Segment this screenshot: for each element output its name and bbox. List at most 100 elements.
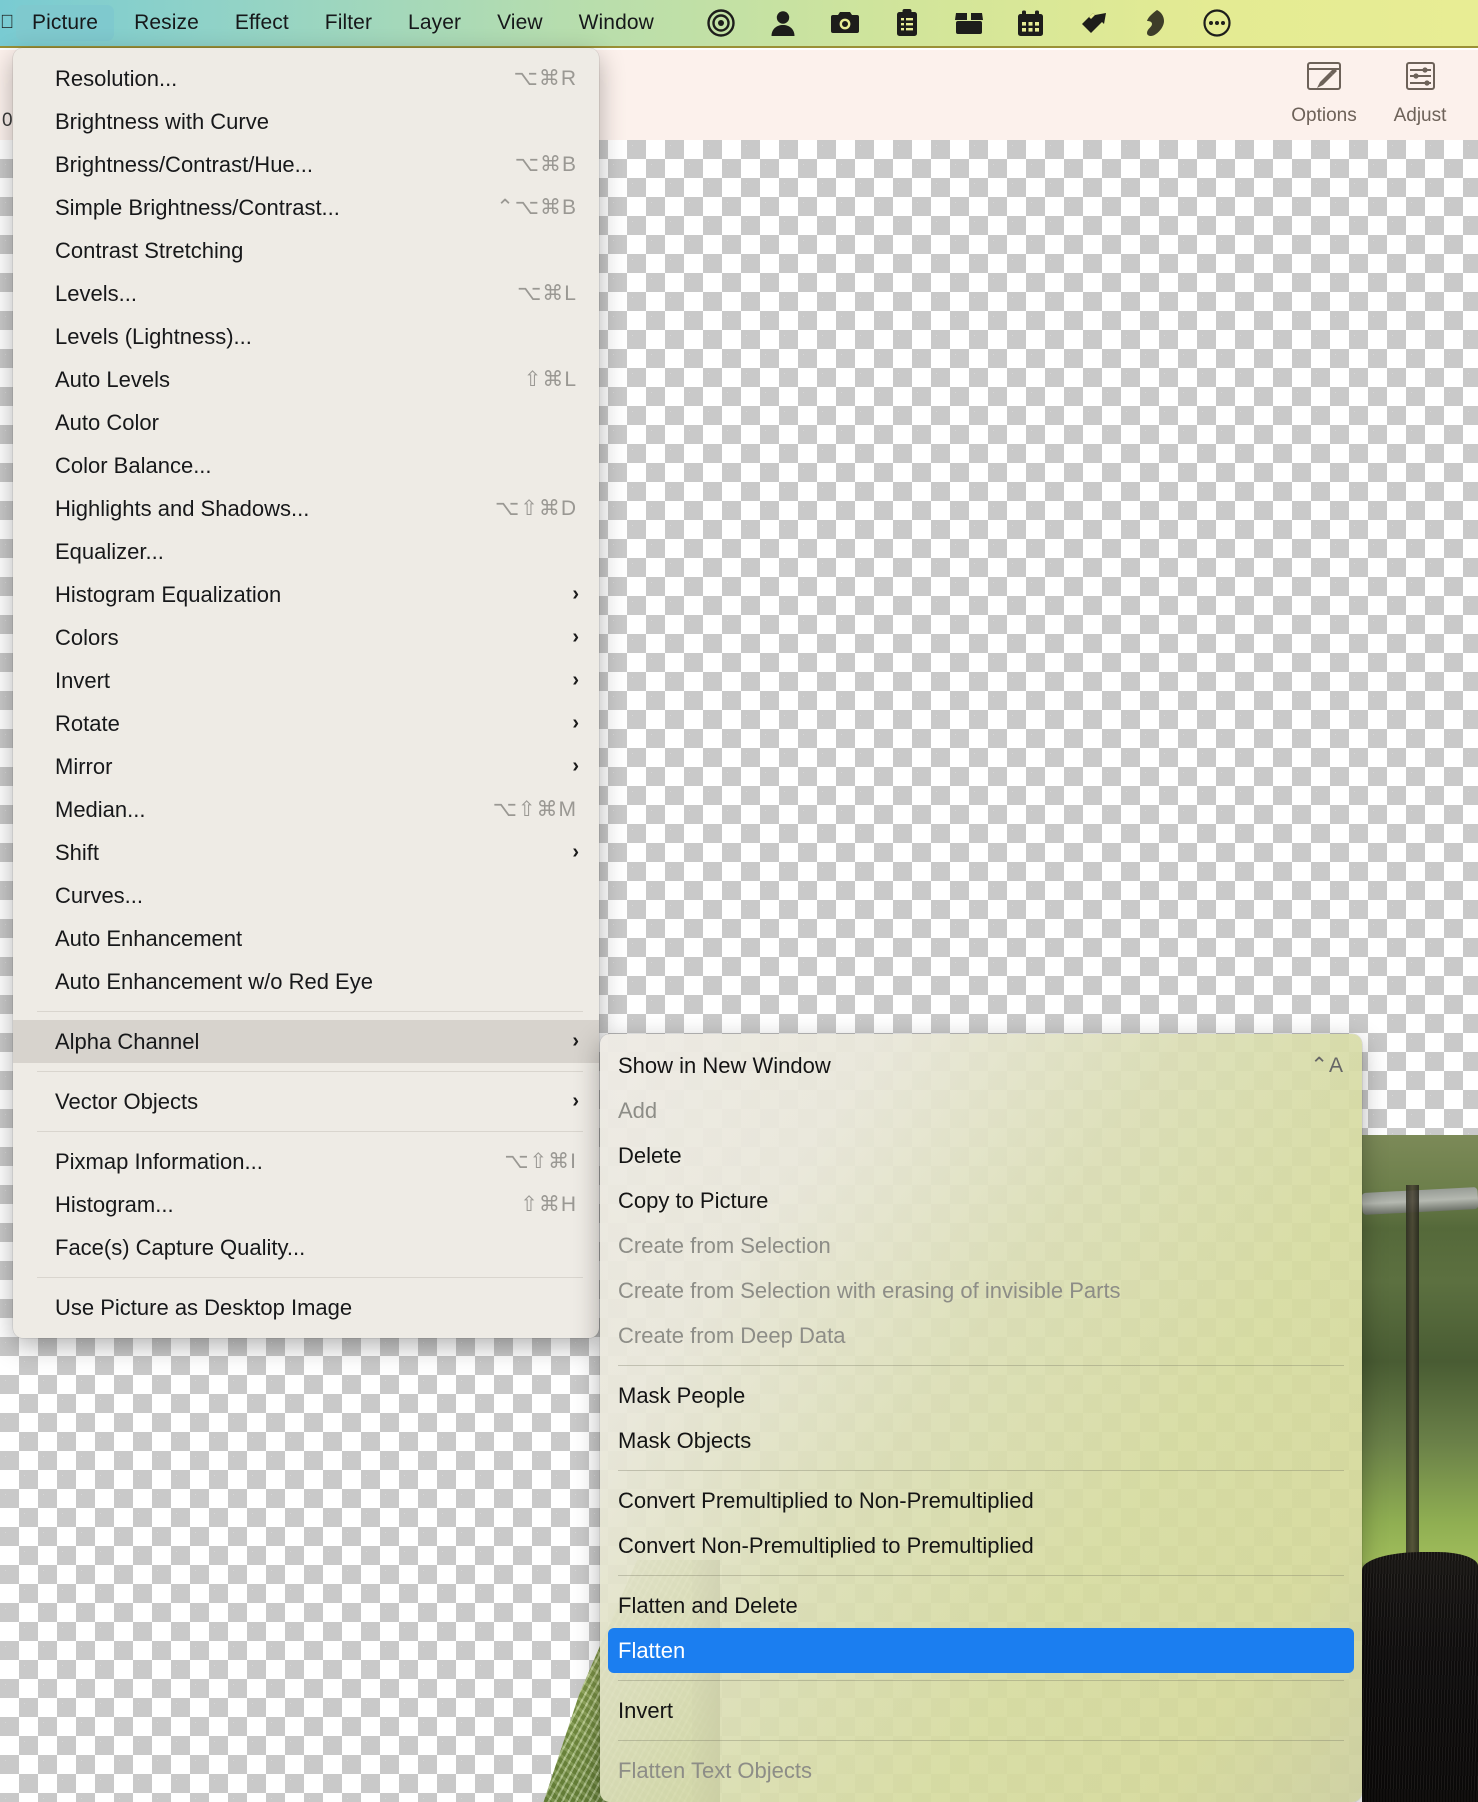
submenu-separator bbox=[618, 1740, 1344, 1741]
menu-item-label: Alpha Channel bbox=[55, 1028, 200, 1054]
submenu-item-flatten-text-objects: Flatten Text Objects bbox=[600, 1748, 1362, 1793]
menu-item-shift[interactable]: Shift › bbox=[13, 831, 599, 874]
menu-item-label: Face(s) Capture Quality... bbox=[55, 1234, 306, 1260]
menu-item-label: Invert bbox=[55, 667, 111, 693]
menubar-item-picture[interactable]: Picture bbox=[16, 5, 115, 41]
ellipsis-circle-icon[interactable] bbox=[1196, 6, 1238, 40]
menubar-item-resize[interactable]: Resize bbox=[118, 5, 215, 41]
chevron-right-icon: › bbox=[572, 669, 579, 691]
submenu-item-label: Invert bbox=[618, 1697, 674, 1723]
menu-separator bbox=[37, 1011, 583, 1012]
menu-item-label: Highlights and Shadows... bbox=[55, 495, 310, 521]
menu-item-shortcut: ⌥⌘B bbox=[514, 153, 577, 176]
camera-icon[interactable] bbox=[824, 6, 866, 40]
menu-item-label: Levels... bbox=[55, 280, 137, 306]
alpha-channel-submenu[interactable]: Show in New Window ⌃A Add Delete Copy to Pic… bbox=[600, 1034, 1362, 1802]
menu-item-shortcut: ⌃⌥⌘B bbox=[496, 196, 577, 219]
menu-item-auto-color[interactable]: Auto Color bbox=[13, 401, 599, 444]
submenu-item-delete[interactable]: Delete bbox=[600, 1133, 1362, 1178]
menu-item-colors[interactable]: Colors › bbox=[13, 616, 599, 659]
submenu-item-convert-premultiplied-to-non-premultiplied[interactable]: Convert Premultiplied to Non-Premultipli… bbox=[600, 1478, 1362, 1523]
photo-branch bbox=[1362, 1186, 1478, 1216]
submenu-item-copy-to-picture[interactable]: Copy to Picture bbox=[600, 1178, 1362, 1223]
menu-item-auto-levels[interactable]: Auto Levels ⇧⌘L bbox=[13, 358, 599, 401]
menu-item-simple-brightness-contrast[interactable]: Simple Brightness/Contrast... ⌃⌥⌘B bbox=[13, 186, 599, 229]
menu-item-equalizer[interactable]: Equalizer... bbox=[13, 530, 599, 573]
menu-item-face-s-capture-quality[interactable]: Face(s) Capture Quality... bbox=[13, 1226, 599, 1269]
menu-item-median[interactable]: Median... ⌥⇧⌘M bbox=[13, 788, 599, 831]
calendar-icon[interactable] bbox=[1010, 6, 1052, 40]
person-icon[interactable] bbox=[762, 6, 804, 40]
menubar-item-effect[interactable]: Effect bbox=[219, 5, 305, 41]
menu-item-shortcut: ⌥⇧⌘I bbox=[504, 1150, 577, 1173]
menu-item-levels[interactable]: Levels... ⌥⌘L bbox=[13, 272, 599, 315]
menu-item-label: Auto Color bbox=[55, 409, 159, 435]
menu-item-brightness-with-curve[interactable]: Brightness with Curve bbox=[13, 100, 599, 143]
menu-item-color-balance[interactable]: Color Balance... bbox=[13, 444, 599, 487]
picture-dropdown-menu[interactable]: Resolution... ⌥⌘R Brightness with Curve Bri… bbox=[13, 48, 599, 1338]
menu-item-mirror[interactable]: Mirror › bbox=[13, 745, 599, 788]
menubar-item-filter[interactable]: Filter bbox=[309, 5, 388, 41]
submenu-item-shortcut: ⌃A bbox=[1310, 1054, 1344, 1077]
submenu-item-show-in-new-window[interactable]: Show in New Window ⌃A bbox=[600, 1043, 1362, 1088]
submenu-item-label: Show in New Window bbox=[618, 1052, 831, 1078]
menu-item-label: Auto Levels bbox=[55, 366, 170, 392]
submenu-item-add: Add bbox=[600, 1088, 1362, 1133]
photo-forest-right bbox=[1362, 1135, 1478, 1802]
submenu-item-invert[interactable]: Invert bbox=[600, 1688, 1362, 1733]
submenu-item-mask-people[interactable]: Mask People bbox=[600, 1373, 1362, 1418]
menu-item-auto-enhancement[interactable]: Auto Enhancement bbox=[13, 917, 599, 960]
menu-item-use-picture-as-desktop-image[interactable]: Use Picture as Desktop Image bbox=[13, 1286, 599, 1329]
menu-item-alpha-channel[interactable]: Alpha Channel › bbox=[13, 1020, 599, 1063]
clipboard-icon[interactable] bbox=[886, 6, 928, 40]
submenu-item-label: Copy to Picture bbox=[618, 1187, 769, 1213]
menu-bar:  PictureResizeEffectFilterLayerViewWind… bbox=[0, 0, 1478, 48]
menu-item-label: Auto Enhancement w/o Red Eye bbox=[55, 968, 373, 994]
menu-item-invert[interactable]: Invert › bbox=[13, 659, 599, 702]
submenu-item-label: Create from Deep Data bbox=[618, 1322, 846, 1348]
menu-item-shortcut: ⌥⇧⌘D bbox=[495, 497, 577, 520]
chevron-right-icon: › bbox=[572, 1030, 579, 1052]
menu-item-vector-objects[interactable]: Vector Objects › bbox=[13, 1080, 599, 1123]
menu-item-curves[interactable]: Curves... bbox=[13, 874, 599, 917]
submenu-item-create-from-deep-data: Create from Deep Data bbox=[600, 1313, 1362, 1358]
menu-item-histogram-equalization[interactable]: Histogram Equalization › bbox=[13, 573, 599, 616]
menubar-item-window[interactable]: Window bbox=[563, 5, 670, 41]
adjust-button[interactable]: Adjust bbox=[1372, 58, 1468, 127]
submenu-item-label: Mask People bbox=[618, 1382, 746, 1408]
menu-item-label: Median... bbox=[55, 796, 146, 822]
menu-item-resolution[interactable]: Resolution... ⌥⌘R bbox=[13, 57, 599, 100]
menu-item-pixmap-information[interactable]: Pixmap Information... ⌥⇧⌘I bbox=[13, 1140, 599, 1183]
submenu-item-flatten-and-delete[interactable]: Flatten and Delete bbox=[600, 1583, 1362, 1628]
menu-bar-status-icons bbox=[690, 6, 1248, 40]
menu-item-highlights-and-shadows[interactable]: Highlights and Shadows... ⌥⇧⌘D bbox=[13, 487, 599, 530]
submenu-item-flatten[interactable]: Flatten bbox=[608, 1628, 1354, 1673]
submenu-item-create-from-selection: Create from Selection bbox=[600, 1223, 1362, 1268]
menu-item-label: Equalizer... bbox=[55, 538, 164, 564]
submenu-separator bbox=[618, 1680, 1344, 1681]
chevron-right-icon: › bbox=[572, 755, 579, 777]
menu-item-histogram[interactable]: Histogram... ⇧⌘H bbox=[13, 1183, 599, 1226]
chevron-right-icon: › bbox=[572, 626, 579, 648]
submenu-item-label: Add bbox=[618, 1097, 658, 1123]
options-button[interactable]: Options bbox=[1276, 58, 1372, 127]
box-icon[interactable] bbox=[948, 6, 990, 40]
menu-item-auto-enhancement-w-o-red-eye[interactable]: Auto Enhancement w/o Red Eye bbox=[13, 960, 599, 1003]
menu-item-brightness-contrast-hue[interactable]: Brightness/Contrast/Hue... ⌥⌘B bbox=[13, 143, 599, 186]
pin-icon[interactable] bbox=[1072, 6, 1114, 40]
menubar-item-view[interactable]: View bbox=[481, 5, 559, 41]
menu-item-label: Brightness/Contrast/Hue... bbox=[55, 151, 314, 177]
menu-item-contrast-stretching[interactable]: Contrast Stretching bbox=[13, 229, 599, 272]
target-icon[interactable] bbox=[700, 6, 742, 40]
menubar-item-layer[interactable]: Layer bbox=[392, 5, 477, 41]
menu-item-levels-lightness[interactable]: Levels (Lightness)... bbox=[13, 315, 599, 358]
bolt-icon[interactable] bbox=[1134, 6, 1176, 40]
menu-item-rotate[interactable]: Rotate › bbox=[13, 702, 599, 745]
apple-menu-icon[interactable]:  bbox=[0, 11, 14, 35]
options-window-wrench-icon bbox=[1304, 58, 1344, 99]
menu-item-label: Levels (Lightness)... bbox=[55, 323, 252, 349]
submenu-item-convert-non-premultiplied-to-premultiplied[interactable]: Convert Non-Premultiplied to Premultipli… bbox=[600, 1523, 1362, 1568]
submenu-item-create-from-selection-with-erasing-of-invisible-parts: Create from Selection with erasing of in… bbox=[600, 1268, 1362, 1313]
submenu-item-label: Flatten Text Objects bbox=[618, 1757, 813, 1783]
submenu-item-mask-objects[interactable]: Mask Objects bbox=[600, 1418, 1362, 1463]
